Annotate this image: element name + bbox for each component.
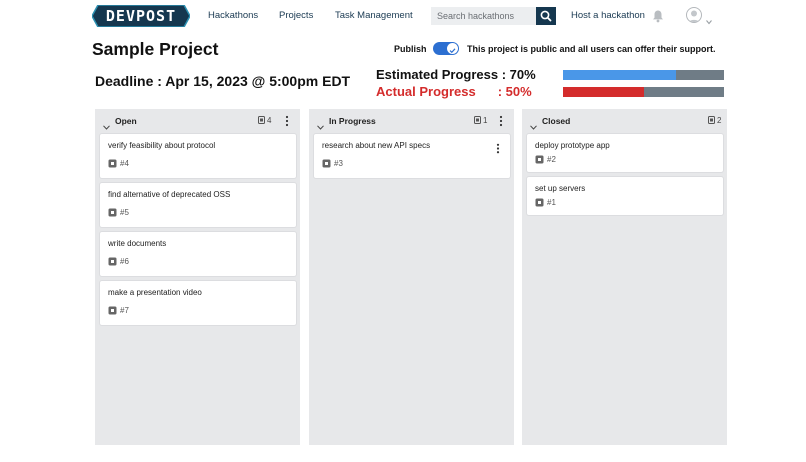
column-title: Closed <box>542 116 571 126</box>
column-title: In Progress <box>329 116 376 126</box>
publish-label: Publish <box>394 44 427 54</box>
actual-progress-fill <box>563 87 644 97</box>
issue-icon <box>108 208 117 217</box>
task-card[interactable]: write documents #6 <box>100 232 296 276</box>
column-count-value: 4 <box>267 116 272 125</box>
column-header: In Progress 1 <box>309 109 514 131</box>
chevron-down-icon[interactable] <box>103 117 110 130</box>
issue-icon <box>474 116 481 124</box>
card-menu-icon[interactable] <box>496 141 500 154</box>
actual-progress-label: Actual Progress : 50% <box>376 84 532 99</box>
devpost-logo[interactable]: DEVPOST <box>92 5 190 27</box>
issue-icon <box>258 116 265 124</box>
actual-progress-title: Actual Progress <box>376 84 476 99</box>
column-header: Open 4 <box>95 109 300 131</box>
column-closed: Closed 2 deploy prototype app #2 set up … <box>522 109 727 445</box>
card-issue: #4 <box>108 159 129 168</box>
column-open: Open 4 verify feasibility about protocol… <box>95 109 300 445</box>
search-input[interactable] <box>431 7 536 25</box>
task-card[interactable]: deploy prototype app #2 <box>527 134 723 172</box>
column-count: 4 <box>258 116 271 125</box>
card-issue-number: #3 <box>334 159 343 168</box>
publish-toggle[interactable] <box>433 42 459 55</box>
task-card[interactable]: find alternative of deprecated OSS #5 <box>100 183 296 227</box>
host-hackathon-link[interactable]: Host a hackathon <box>571 10 645 21</box>
task-card[interactable]: set up servers #1 <box>527 177 723 215</box>
card-issue-number: #1 <box>547 198 556 207</box>
column-count-value: 2 <box>717 116 722 125</box>
issue-icon <box>535 198 544 207</box>
card-issue: #6 <box>108 257 129 266</box>
card-title: make a presentation video <box>108 288 202 297</box>
column-menu-icon[interactable] <box>285 114 289 127</box>
issue-icon <box>322 159 331 168</box>
column-count: 1 <box>474 116 487 125</box>
task-card[interactable]: make a presentation video #7 <box>100 281 296 325</box>
column-count-value: 1 <box>483 116 488 125</box>
card-issue-number: #6 <box>120 257 129 266</box>
search-icon <box>540 10 552 22</box>
avatar[interactable] <box>686 7 702 23</box>
task-card[interactable]: research about new API specs #3 <box>314 134 510 178</box>
top-navbar: DEVPOST Hackathons Projects Task Managem… <box>0 0 806 34</box>
card-issue-number: #4 <box>120 159 129 168</box>
toggle-knob <box>447 43 458 54</box>
page-title: Sample Project <box>92 39 219 59</box>
column-count: 2 <box>708 116 721 125</box>
check-icon <box>449 48 456 54</box>
issue-icon <box>708 116 715 124</box>
card-issue-number: #7 <box>120 306 129 315</box>
column-menu-icon[interactable] <box>499 114 503 127</box>
nav-link-projects[interactable]: Projects <box>279 10 313 21</box>
issue-icon <box>108 306 117 315</box>
card-issue: #3 <box>322 159 343 168</box>
issue-icon <box>535 155 544 164</box>
bell-icon[interactable] <box>652 9 664 23</box>
actual-progress-bar <box>563 87 724 97</box>
card-title: write documents <box>108 239 167 248</box>
card-issue: #7 <box>108 306 129 315</box>
card-issue-number: #5 <box>120 208 129 217</box>
chevron-down-icon[interactable] <box>530 117 537 130</box>
estimated-progress-label: Estimated Progress : 70% <box>376 67 536 82</box>
chevron-down-icon[interactable] <box>317 117 324 130</box>
estimated-progress-value: 70% <box>509 67 536 82</box>
search-button[interactable] <box>536 7 556 25</box>
card-title: set up servers <box>535 184 586 193</box>
task-card[interactable]: verify feasibility about protocol #4 <box>100 134 296 178</box>
card-title: find alternative of deprecated OSS <box>108 190 231 199</box>
actual-progress-value: : 50% <box>497 84 532 99</box>
issue-icon <box>108 159 117 168</box>
nav-link-hackathons[interactable]: Hackathons <box>208 10 258 21</box>
card-issue: #5 <box>108 208 129 217</box>
issue-icon <box>108 257 117 266</box>
card-issue-number: #2 <box>547 155 556 164</box>
card-title: verify feasibility about protocol <box>108 141 216 150</box>
estimated-progress-fill <box>563 70 676 80</box>
column-title: Open <box>115 116 137 126</box>
card-title: deploy prototype app <box>535 141 610 150</box>
column-header: Closed 2 <box>522 109 727 131</box>
chevron-down-icon[interactable] <box>706 12 712 25</box>
deadline-text: Deadline : Apr 15, 2023 @ 5:00pm EDT <box>95 73 351 89</box>
column-in-progress: In Progress 1 research about new API spe… <box>309 109 514 445</box>
public-note: This project is public and all users can… <box>467 44 716 54</box>
search-bar <box>431 7 556 25</box>
logo-text: DEVPOST <box>105 7 177 25</box>
nav-link-task-management[interactable]: Task Management <box>335 10 413 21</box>
card-issue: #1 <box>535 198 556 207</box>
estimated-progress-bar <box>563 70 724 80</box>
user-icon <box>688 10 700 22</box>
card-issue: #2 <box>535 155 556 164</box>
card-title: research about new API specs <box>322 141 431 150</box>
estimated-progress-title: Estimated Progress : <box>376 67 510 82</box>
